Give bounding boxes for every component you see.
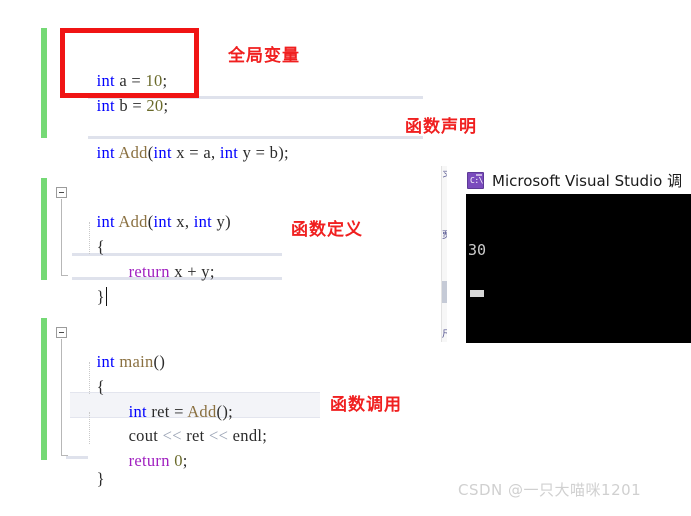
- console-title-bar[interactable]: C:\ Microsoft Visual Studio 调: [447, 166, 691, 194]
- outline-guide-main: [61, 339, 62, 455]
- console-icon-label: C:\: [470, 175, 483, 185]
- token-assign: =: [132, 96, 142, 115]
- console-app-icon: C:\: [467, 171, 484, 189]
- token-function-add: Add: [118, 143, 148, 162]
- token-keyword-int: int: [96, 143, 115, 162]
- token-function-add: Add: [118, 212, 148, 231]
- token-keyword-int-3: int: [193, 212, 213, 231]
- change-bar-main: [41, 318, 47, 460]
- text-caret: [105, 287, 112, 306]
- token-brace-close: }: [96, 469, 105, 488]
- code-line-main-return[interactable]: return 0;: [102, 423, 188, 498]
- console-window[interactable]: C:\ Microsoft Visual Studio 调 30 E:\正式课程…: [447, 166, 691, 343]
- token-var-y: y: [201, 262, 210, 281]
- csdn-watermark: CSDN @一只大喵咪1201: [458, 481, 642, 499]
- token-semicolon: ;: [163, 96, 169, 115]
- token-identifier-endl: endl: [232, 426, 263, 445]
- token-var-ret: ret: [186, 426, 205, 445]
- outline-guide-main-foot: [61, 455, 68, 456]
- code-line-add-declaration[interactable]: int Add(int x = a, int y = b);: [70, 115, 289, 190]
- token-plus: +: [187, 262, 197, 281]
- token-var-a: a: [203, 143, 211, 162]
- code-line-main-brace-close[interactable]: }: [70, 441, 105, 516]
- token-shift-operator-2: <<: [209, 426, 229, 445]
- annotation-function-declaration: 函数声明: [405, 117, 477, 137]
- token-semicolon: ;: [209, 262, 215, 281]
- token-keyword-int-2: int: [153, 212, 172, 231]
- token-semicolon: ;: [262, 426, 268, 445]
- code-line-add-brace-close[interactable]: }: [70, 259, 112, 334]
- token-keyword-int-2: int: [153, 143, 172, 162]
- token-assign-2: =: [255, 143, 266, 162]
- token-rparen: ): [159, 352, 166, 371]
- token-brace-close: }: [96, 287, 105, 306]
- outline-guide-add: [61, 199, 62, 275]
- token-var-y: y: [242, 143, 252, 162]
- code-line-add-return[interactable]: return x + y;: [102, 234, 215, 309]
- token-var-y: y: [216, 212, 226, 231]
- change-bar-add-definition: [41, 178, 47, 280]
- collapse-box-add-definition[interactable]: [56, 187, 67, 198]
- outline-guide-add-foot: [61, 275, 68, 276]
- token-keyword-int: int: [96, 96, 115, 115]
- console-output-line-2: [468, 303, 691, 324]
- token-keyword-int-3: int: [219, 143, 239, 162]
- console-output-line-1: 30: [468, 241, 487, 259]
- annotation-function-call: 函数调用: [330, 395, 402, 415]
- token-var-x: x: [176, 143, 185, 162]
- token-keyword-return: return: [128, 451, 170, 470]
- token-var-x: x: [174, 262, 183, 281]
- console-cursor: [470, 290, 484, 297]
- collapse-box-main[interactable]: [56, 327, 67, 338]
- token-var-b: b: [119, 96, 128, 115]
- change-bar-globals: [41, 28, 47, 138]
- token-keyword-return: return: [128, 262, 170, 281]
- token-assign: =: [189, 143, 199, 162]
- token-function-main: main: [119, 352, 154, 371]
- console-title-text: Microsoft Visual Studio 调: [492, 171, 683, 190]
- screenshot-root: int a = 10; int b = 20; int Add(int x = …: [0, 0, 691, 508]
- annotation-global-variable: 全局变量: [228, 46, 300, 66]
- token-number-20: 20: [146, 96, 164, 115]
- highlight-box-global-variables: [60, 28, 199, 98]
- console-output: 30 E:\正式课程\2022. 9. 22 按任意键关闭此窗口. . .: [466, 194, 691, 343]
- token-semicolon: ;: [284, 143, 289, 162]
- token-semicolon: ;: [182, 451, 188, 470]
- annotation-function-definition: 函数定义: [291, 220, 363, 240]
- token-number-0: 0: [174, 451, 183, 470]
- token-rparen: ): [225, 212, 231, 231]
- token-var-b: b: [269, 143, 279, 162]
- code-line-main-brace-open[interactable]: {: [70, 349, 105, 424]
- token-var-x: x: [176, 212, 185, 231]
